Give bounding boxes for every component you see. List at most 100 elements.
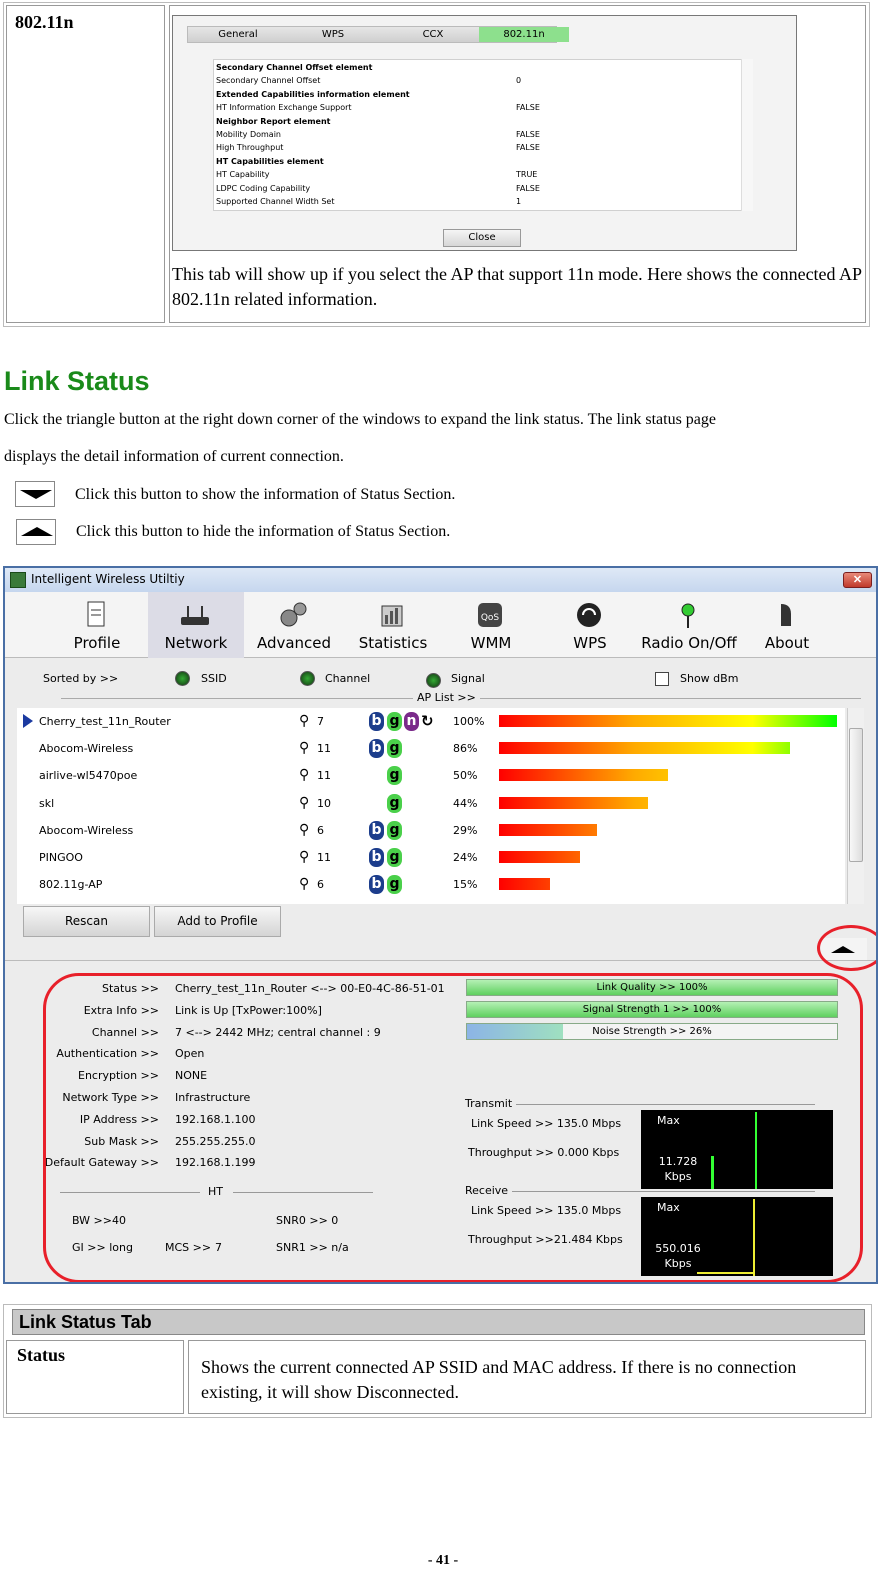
tab-general[interactable]: General [198,27,278,42]
antenna-icon: ⚲ [299,740,310,757]
signal-bar [499,796,648,809]
toolbar-statistics[interactable]: Statistics [345,592,441,658]
toolbar-radio-on-off[interactable]: Radio On/Off [641,592,737,658]
channel-radio[interactable] [300,671,315,686]
antenna-icon: ⚲ [299,767,310,784]
tab-caption: This tab will show up if you select the … [172,264,862,309]
toolbar-label: Advanced [256,634,332,652]
info-scrollbar[interactable] [741,59,753,211]
info-name: Supported Channel Width Set [216,197,335,206]
toolbar-wps[interactable]: WPS [542,592,638,658]
section-title: Link Status [4,366,150,396]
ap-list-row[interactable]: PINGOO ⚲ 11 b g 24% [17,844,845,871]
main-toolbar: Profile Network Advanced Statistics QoS WMM WP… [5,592,876,658]
info-name: HT Capability [216,170,270,180]
toolbar-label: WMM [470,634,512,652]
toolbar-profile[interactable]: Profile [49,592,145,658]
info-name: High Throughput [216,143,284,153]
wps-icon [572,600,606,630]
signal-percent: 50% [453,769,478,783]
ap-ssid: airlive-wl5470poe [39,769,138,783]
toolbar-label: Statistics [358,634,428,652]
toolbar-about[interactable]: About [739,592,835,658]
ap-list-row[interactable]: skl ⚲ 10 g 44% [17,790,845,817]
info-row: HT Capabilities element [216,155,716,168]
app-icon [10,572,26,588]
ap-channel: 6 [317,878,324,892]
hide-instruction: Click this button to hide the informatio… [76,523,451,540]
show-dbm-checkbox[interactable] [655,672,669,686]
ap-list-row[interactable]: Abocom-Wireless ⚲ 11 b g 86% [17,735,845,762]
signal-bar [499,742,790,755]
tab-80211n[interactable]: 802.11n [479,27,569,42]
mode-b-badge: b [369,739,384,759]
antenna-icon: ⚲ [299,713,310,729]
signal-radio[interactable] [426,673,441,688]
gears-icon [276,600,310,630]
signal-label: Signal [451,672,485,685]
info-row: HT Capability TRUE [216,168,716,181]
toolbar-wmm[interactable]: QoS WMM [443,592,539,658]
mode-g-badge: g [387,712,402,731]
selected-arrow-icon [23,714,33,728]
signal-bar [499,851,581,863]
table-content-cell: Shows the current connected AP SSID and … [188,1340,866,1414]
info-value: 0 [516,76,522,86]
about-icon [769,600,803,630]
signal-percent: 24% [453,851,478,864]
network-icon [178,600,212,630]
mode-b-badge: b [369,875,384,895]
wps-icon: ↻ [421,712,434,730]
triangle-down-icon [20,490,52,499]
close-button[interactable]: Close [443,229,521,247]
highlight-circle [817,925,876,971]
info-value: 1 [516,197,522,206]
info-value: FALSE [516,103,540,113]
mode-n-badge: n [404,712,419,731]
info-name: Secondary Channel Offset element [216,63,373,72]
sort-label: Sorted by >> [43,672,119,685]
row-label: 802.11n [15,12,74,32]
toolbar-network[interactable]: Network [148,592,244,658]
ap-list-row[interactable]: 802.11g-AP ⚲ 6 b g 15% [17,871,845,898]
ap-channel: 11 [317,851,331,864]
ap-list-row[interactable]: Cherry_test_11n_Router ⚲ 7 b g n ↻ 100% [17,708,845,735]
tab-ccx[interactable]: CCX [388,27,478,42]
mode-g-badge: g [387,793,402,813]
app-window: Intelligent Wireless Utiltiy ✕ Profile Ne… [3,566,878,1284]
ap-ssid: PINGOO [39,851,83,864]
signal-bar [499,823,598,836]
radio-icon [671,600,705,630]
info-value: FALSE [516,143,540,153]
info-row: HT Information Exchange Support FALSE [216,101,716,114]
highlight-oval [43,973,863,1282]
expand-button-sample [15,481,55,507]
signal-bar [499,715,837,727]
ap-list-row[interactable]: Abocom-Wireless ⚲ 6 b g 29% [17,817,845,844]
rescan-button[interactable]: Rescan [23,906,150,937]
info-row: LDPC Coding Capability FALSE [216,182,716,195]
ap-channel: 11 [317,769,331,783]
scrollbar-thumb[interactable] [849,728,863,862]
add-to-profile-button[interactable]: Add to Profile [154,906,281,937]
info-row: Secondary Channel Offset 0 [216,74,716,87]
mode-g-badge: g [387,739,402,759]
mode-g-badge: g [387,875,402,895]
antenna-icon: ⚲ [299,876,310,893]
ap-list-row[interactable]: airlive-wl5470poe ⚲ 11 g 50% [17,762,845,789]
window-close-button[interactable]: ✕ [843,572,872,588]
ap-list[interactable]: Cherry_test_11n_Router ⚲ 7 b g n ↻ 100% Abocom-W… [17,708,845,904]
profile-icon [79,600,113,630]
info-name: HT Capabilities element [216,156,324,166]
toolbar-advanced[interactable]: Advanced [246,592,342,658]
info-name: LDPC Coding Capability [216,183,311,193]
antenna-icon: ⚲ [299,794,310,811]
signal-percent: 100% [453,715,485,728]
toolbar-label: Network [164,634,228,652]
info-value: TRUE [516,170,538,180]
ssid-radio[interactable] [175,671,190,686]
mode-g-badge: g [387,848,402,867]
tab-wps[interactable]: WPS [288,27,378,42]
toolbar-label: Profile [73,634,121,652]
mode-b-badge: b [369,848,384,867]
